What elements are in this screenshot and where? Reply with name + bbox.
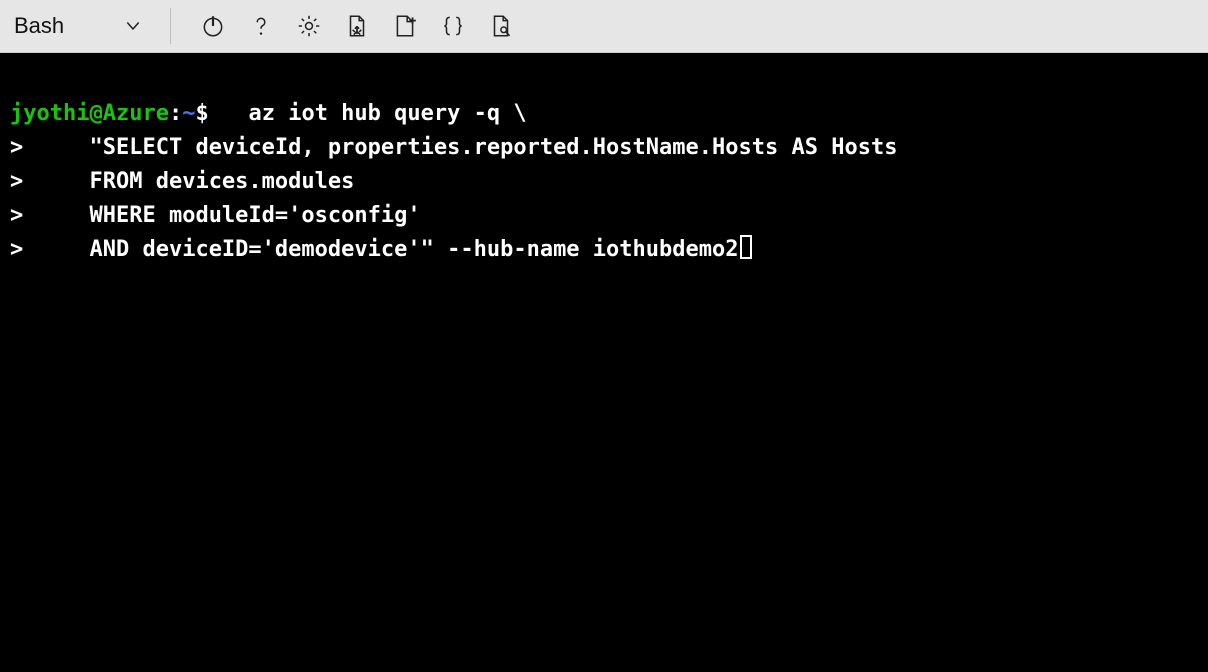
command-text-4: AND deviceID='demodevice'" --hub-name io… [89, 237, 738, 262]
continuation-prompt-1: > [10, 135, 23, 160]
upload-file-icon [392, 13, 418, 39]
chevron-down-icon [124, 17, 142, 35]
new-file-button[interactable] [381, 0, 429, 53]
download-file-button[interactable] [333, 0, 381, 53]
restart-button[interactable] [189, 0, 237, 53]
command-line-0 [209, 101, 249, 126]
help-icon [248, 13, 274, 39]
prompt-symbol: $ [195, 101, 208, 126]
shell-selector-label: Bash [14, 13, 64, 39]
continuation-prompt-4: > [10, 237, 23, 262]
prompt-colon: : [169, 101, 182, 126]
gear-icon [296, 13, 322, 39]
braces-icon [440, 13, 466, 39]
settings-button[interactable] [285, 0, 333, 53]
file-search-icon [488, 13, 514, 39]
command-text-2: FROM devices.modules [89, 169, 354, 194]
download-file-icon [344, 13, 370, 39]
terminal-cursor [740, 235, 752, 259]
command-text-1: "SELECT deviceId, properties.reported.Ho… [89, 135, 897, 160]
prompt-user: jyothi [10, 101, 89, 126]
command-text-0: az iot hub query -q \ [248, 101, 526, 126]
prompt-path: ~ [182, 101, 195, 126]
power-icon [200, 13, 226, 39]
continuation-prompt-2: > [10, 169, 23, 194]
terminal-output[interactable]: jyothi@Azure:~$ az iot hub query -q \ > … [0, 53, 1208, 672]
help-button[interactable] [237, 0, 285, 53]
prompt-host: Azure [103, 101, 169, 126]
prompt-at: @ [89, 101, 102, 126]
toolbar-divider [170, 8, 171, 44]
shell-selector[interactable]: Bash [14, 0, 166, 52]
command-text-3: WHERE moduleId='osconfig' [89, 203, 420, 228]
editor-button[interactable] [429, 0, 477, 53]
cloud-shell-toolbar: Bash [0, 0, 1208, 53]
preview-button[interactable] [477, 0, 525, 53]
continuation-prompt-3: > [10, 203, 23, 228]
